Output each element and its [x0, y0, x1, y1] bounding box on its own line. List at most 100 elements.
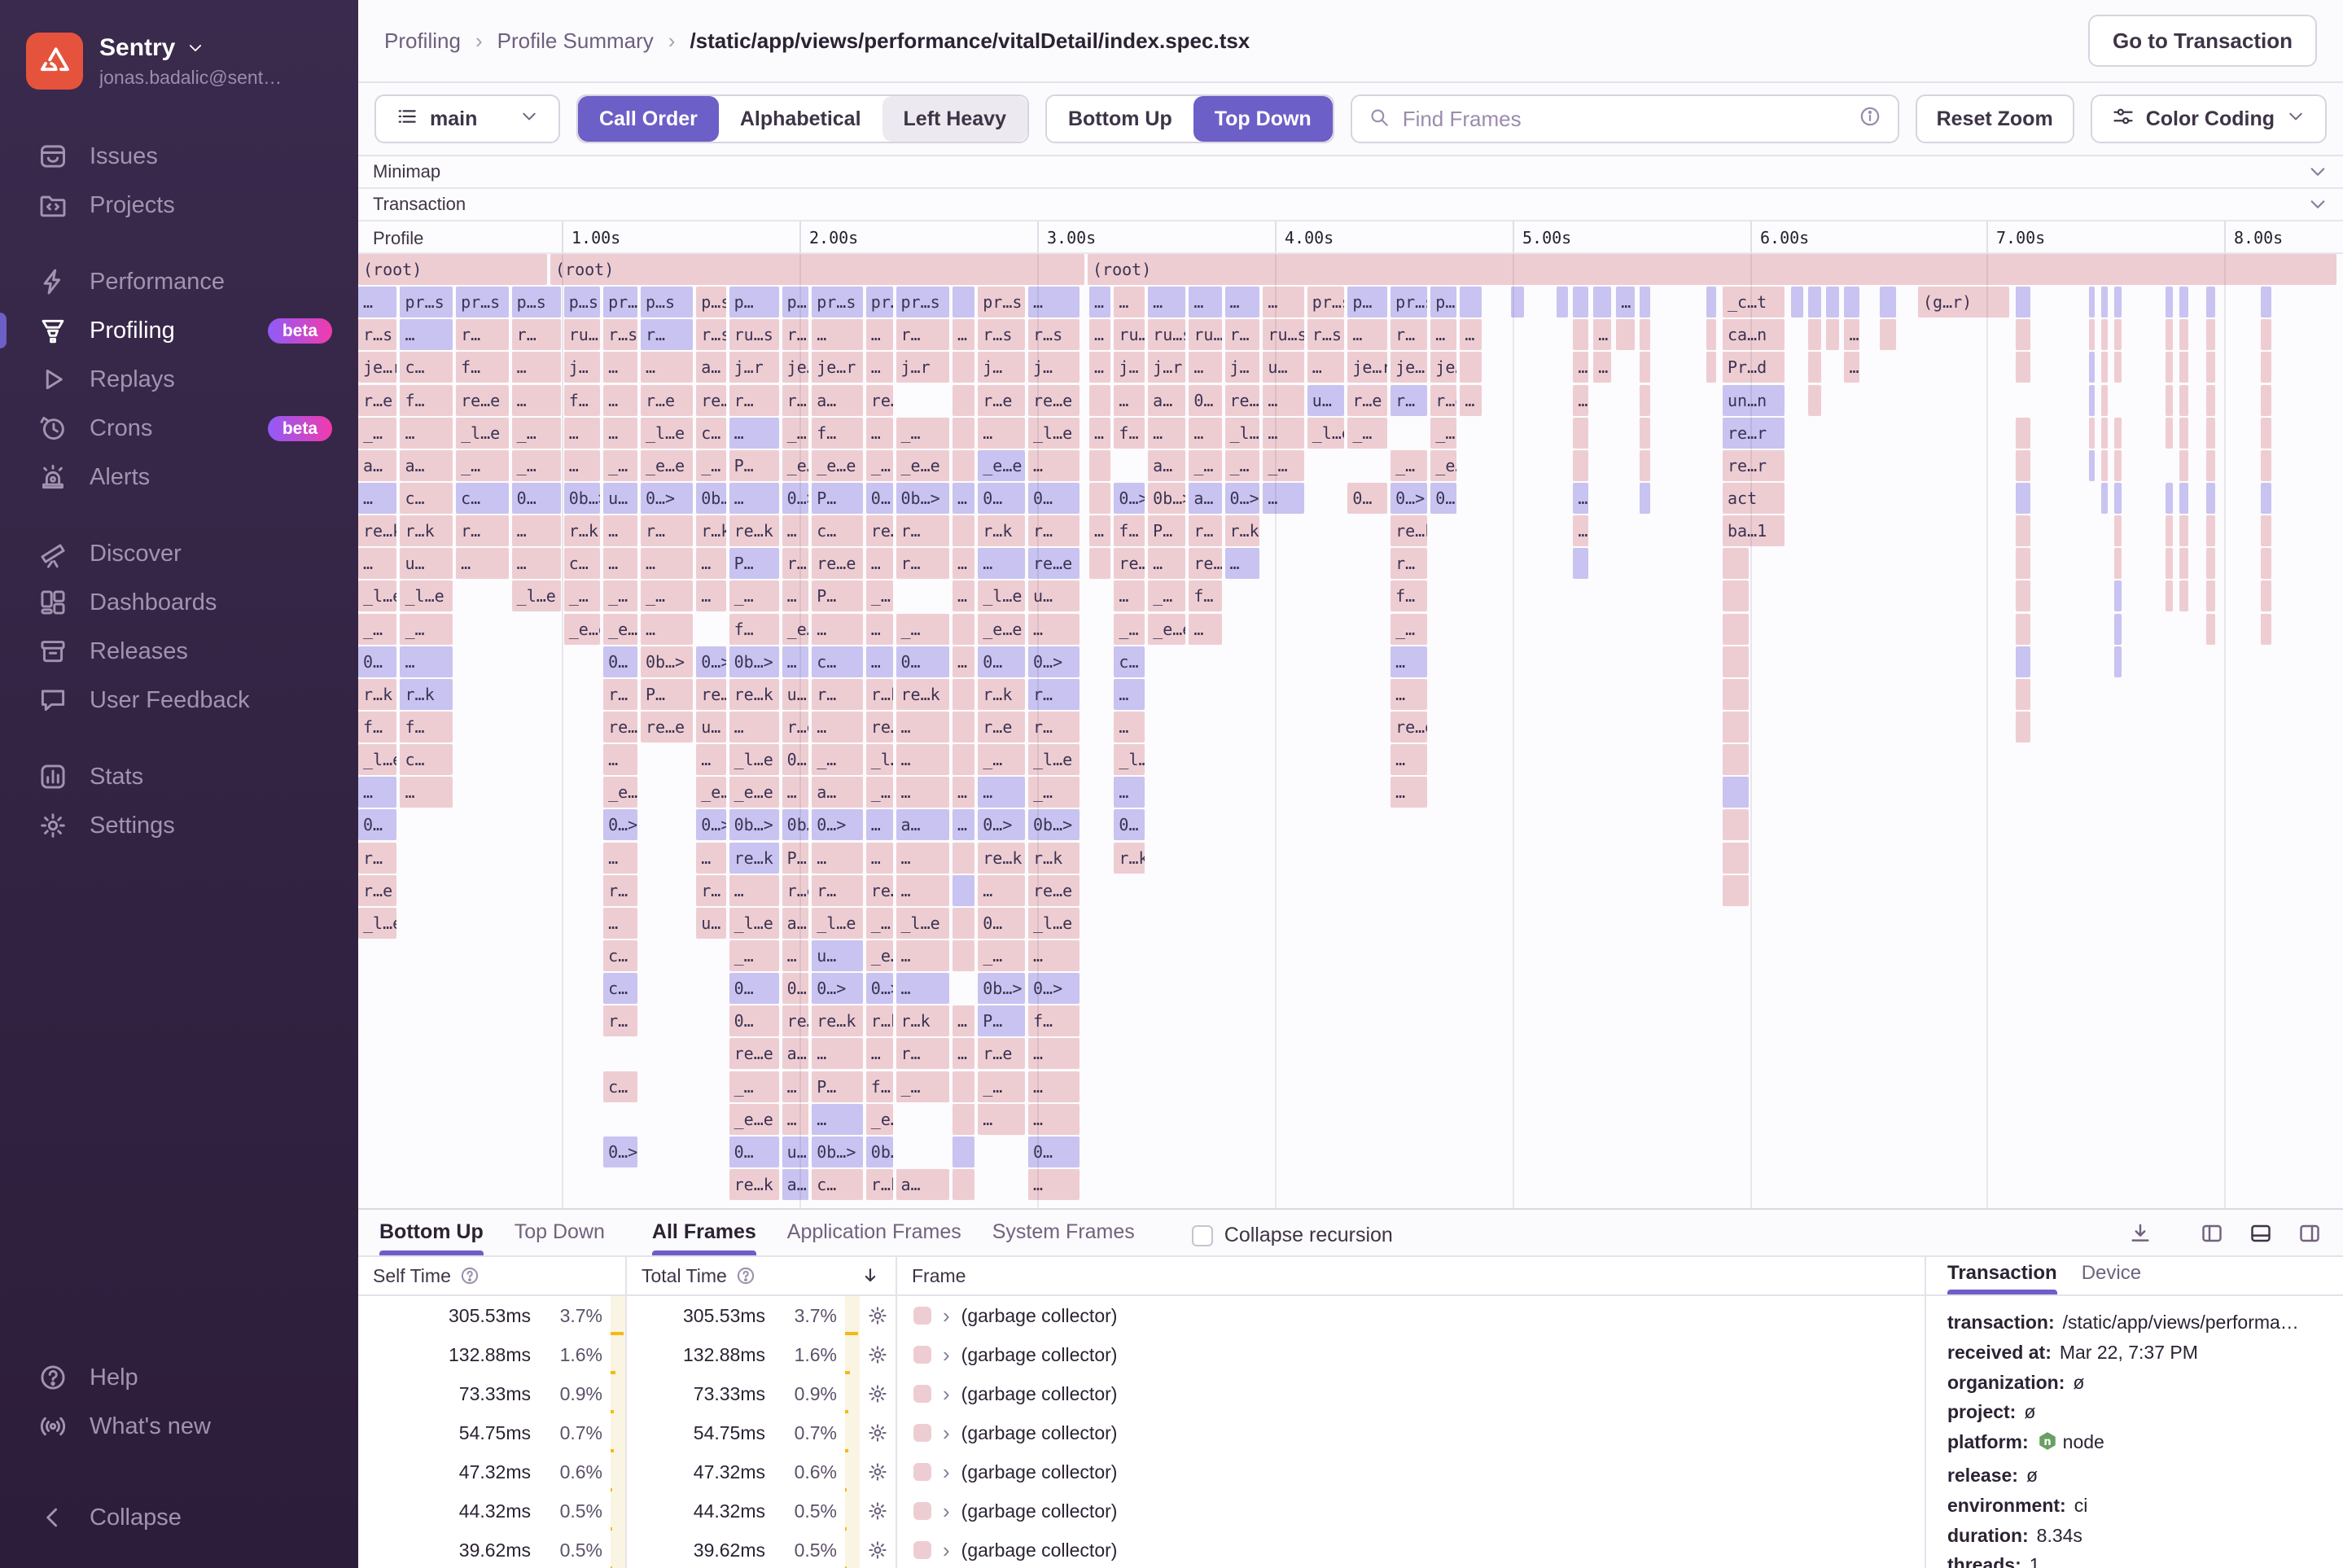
flame-cell[interactable]: _e…e — [782, 613, 809, 645]
flame-cell[interactable] — [1723, 777, 1749, 808]
flame-root-cell[interactable]: (root) — [550, 254, 1084, 285]
flame-cell[interactable]: 0…> — [812, 973, 863, 1005]
flame-cell[interactable]: 0… — [865, 482, 893, 514]
flame-cell[interactable]: … — [1224, 548, 1260, 580]
flame-cell[interactable]: _l…e — [1028, 907, 1080, 939]
flame-cell[interactable] — [2206, 449, 2216, 481]
flame-cell[interactable]: _… — [511, 417, 561, 449]
flame-cell[interactable]: f… — [400, 384, 453, 416]
flame-cell[interactable]: r… — [896, 548, 949, 580]
flame-cell[interactable]: _… — [896, 613, 949, 645]
flame-cell[interactable]: 0b…> — [896, 482, 949, 514]
tab-transaction[interactable]: Transaction — [1947, 1262, 2058, 1294]
row-gear-icon[interactable] — [860, 1500, 896, 1522]
flame-cell[interactable]: _l…e — [358, 744, 397, 776]
flame-cell[interactable] — [2165, 287, 2173, 318]
flame-cell[interactable]: _… — [812, 744, 863, 776]
flame-cell[interactable]: r…s — [696, 319, 726, 351]
flame-cell[interactable] — [1723, 548, 1749, 580]
flame-cell[interactable] — [2260, 548, 2272, 580]
flame-cell[interactable] — [1807, 352, 1822, 383]
flame-cell[interactable]: c… — [603, 1071, 637, 1102]
frame-cell[interactable]: › (garbage collector) — [897, 1413, 1925, 1452]
flame-cell[interactable]: … — [1390, 777, 1428, 808]
flame-cell[interactable]: c… — [400, 482, 453, 514]
flame-cell[interactable] — [1089, 384, 1111, 416]
flame-cell[interactable]: _l…e — [865, 744, 893, 776]
flame-cell[interactable] — [2179, 384, 2188, 416]
flame-cell[interactable] — [1573, 548, 1589, 580]
flame-cell[interactable]: … — [1189, 613, 1222, 645]
flame-cell[interactable]: 0… — [1028, 482, 1080, 514]
flame-cell[interactable] — [2089, 417, 2095, 449]
flame-cell[interactable]: 0…> — [1028, 973, 1080, 1005]
flame-cell[interactable]: re…e — [865, 711, 893, 742]
question-icon[interactable] — [735, 1265, 756, 1286]
flame-cell[interactable]: r… — [782, 319, 809, 351]
flame-cell[interactable] — [1879, 319, 1896, 351]
flame-cell[interactable]: … — [782, 515, 809, 547]
flame-cell[interactable]: … — [696, 548, 726, 580]
flame-cell[interactable]: … — [952, 1038, 975, 1070]
flame-cell[interactable] — [2113, 646, 2122, 677]
table-row[interactable]: 54.75ms 0.7% 54.75ms 0.7% › (garbage collecto… — [358, 1413, 1925, 1452]
flame-cell[interactable]: _e…e — [1148, 613, 1186, 645]
flame-cell[interactable]: … — [400, 417, 453, 449]
flame-cell[interactable] — [952, 842, 975, 874]
flame-cell[interactable]: … — [896, 777, 949, 808]
flame-cell[interactable]: _… — [358, 613, 397, 645]
flame-cell[interactable]: … — [400, 319, 453, 351]
flame-cell[interactable] — [2206, 417, 2216, 449]
flame-cell[interactable]: _l…e — [358, 580, 397, 612]
flame-cell[interactable]: re…k — [729, 842, 779, 874]
flame-cell[interactable]: _e…e — [1430, 449, 1457, 481]
flame-cell[interactable] — [2113, 548, 2122, 580]
flame-cell[interactable]: a… — [782, 1038, 809, 1070]
flame-cell[interactable] — [2016, 515, 2030, 547]
tab-application-frames[interactable]: Application Frames — [787, 1220, 961, 1255]
flame-cell[interactable] — [2016, 287, 2030, 318]
flame-cell[interactable]: … — [1460, 319, 1482, 351]
flame-cell[interactable]: ru…s — [1148, 319, 1186, 351]
flame-cell[interactable]: … — [1430, 319, 1457, 351]
flame-cell[interactable]: … — [1263, 482, 1304, 514]
flame-cell[interactable]: … — [782, 580, 809, 612]
flame-cell[interactable]: f… — [865, 1071, 893, 1102]
flame-cell[interactable]: ru…s — [729, 319, 779, 351]
row-gear-icon[interactable] — [860, 1344, 896, 1365]
sidebar-item-crons[interactable]: Crons beta — [0, 404, 358, 453]
flame-cell[interactable]: _… — [511, 449, 561, 481]
flame-cell[interactable]: … — [603, 384, 637, 416]
org-header[interactable]: Sentry jonas.badalic@sent… — [0, 0, 358, 106]
flame-cell[interactable]: r…e — [358, 874, 397, 906]
flame-cell[interactable]: … — [358, 287, 397, 318]
layout-left-icon[interactable] — [2200, 1221, 2224, 1246]
flame-cell[interactable]: … — [782, 777, 809, 808]
flame-cell[interactable]: 0… — [978, 907, 1025, 939]
flame-cell[interactable]: … — [640, 352, 694, 383]
flame-cell[interactable]: r…k — [978, 678, 1025, 710]
flame-cell[interactable] — [2165, 417, 2173, 449]
flame-cell[interactable]: _e…e — [563, 613, 601, 645]
flame-cell[interactable]: c… — [812, 646, 863, 677]
flame-cell[interactable] — [2016, 319, 2030, 351]
flame-cell[interactable] — [2113, 352, 2122, 383]
flame-cell[interactable]: p…s — [511, 287, 561, 318]
flame-cell[interactable] — [2260, 613, 2272, 645]
flame-cell[interactable]: re…e — [865, 874, 893, 906]
flame-cell[interactable]: c… — [696, 417, 726, 449]
flame-cell[interactable]: _… — [358, 417, 397, 449]
flame-cell[interactable] — [1639, 319, 1651, 351]
flame-cell[interactable]: 0b…> — [1028, 809, 1080, 841]
flame-cell[interactable]: r… — [896, 1038, 949, 1070]
flame-cell[interactable]: ca…n — [1723, 319, 1785, 351]
org-switcher[interactable]: Sentry — [99, 34, 282, 62]
flame-cell[interactable]: … — [603, 417, 637, 449]
flame-cell[interactable]: _e…e — [865, 1103, 893, 1135]
flame-cell[interactable] — [952, 1136, 975, 1167]
flame-cell[interactable]: … — [1844, 352, 1859, 383]
flame-cell[interactable]: … — [563, 449, 601, 481]
table-row[interactable]: 73.33ms 0.9% 73.33ms 0.9% › (garbage collecto… — [358, 1374, 1925, 1413]
flame-cell[interactable]: … — [1189, 287, 1222, 318]
flame-cell[interactable]: … — [978, 417, 1025, 449]
